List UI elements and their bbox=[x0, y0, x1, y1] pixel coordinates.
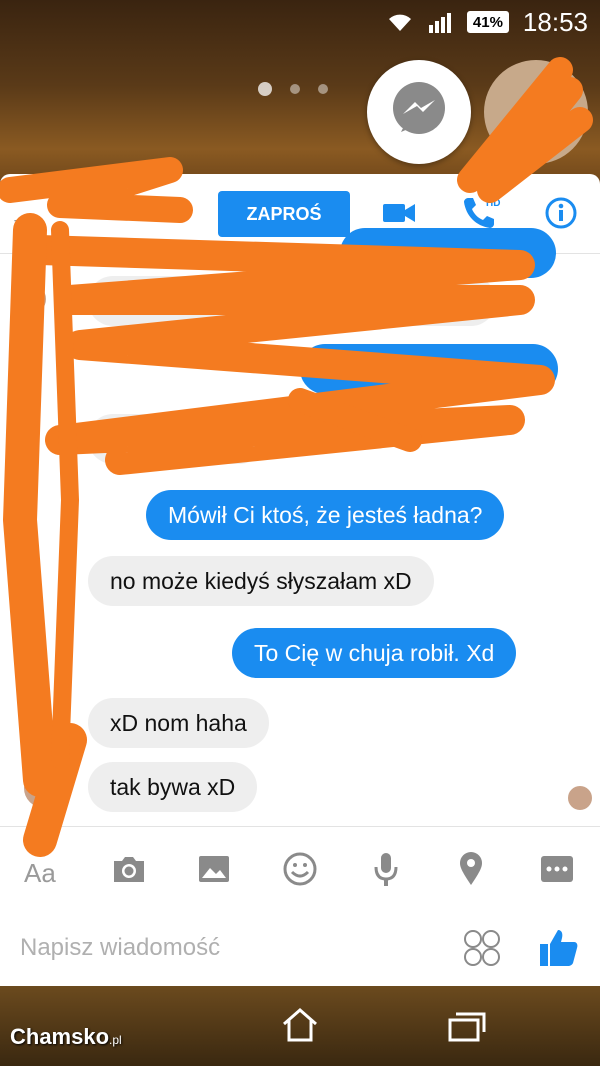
status-bar: 41% 18:53 bbox=[0, 0, 600, 44]
like-icon[interactable] bbox=[538, 926, 580, 973]
home-icon[interactable] bbox=[280, 1006, 320, 1047]
message-list: br Mówił Ci ktoś, że jesteś ładna? no mo… bbox=[0, 228, 600, 826]
message-bubble-incoming[interactable]: xD nom haha bbox=[88, 698, 269, 748]
contact-avatar bbox=[22, 766, 66, 810]
clock: 18:53 bbox=[522, 6, 588, 37]
messenger-icon bbox=[389, 80, 449, 145]
page-dot bbox=[290, 84, 300, 94]
microphone-icon[interactable] bbox=[368, 851, 404, 887]
message-bubble-incoming[interactable]: br bbox=[88, 276, 496, 326]
composer bbox=[0, 910, 600, 986]
messenger-chat-head[interactable] bbox=[367, 60, 471, 164]
message-bubble-outgoing[interactable]: Mówił Ci ktoś, że jesteś ładna? bbox=[146, 490, 505, 540]
watermark-brand: Chamsko bbox=[10, 1024, 110, 1049]
gallery-icon[interactable] bbox=[196, 851, 232, 887]
message-input[interactable] bbox=[20, 930, 440, 966]
watermark: Chamsko.pl bbox=[10, 1024, 122, 1050]
text-size-button[interactable]: Aa bbox=[24, 855, 56, 891]
more-icon[interactable] bbox=[539, 851, 575, 887]
message-bubble-outgoing[interactable] bbox=[340, 228, 556, 278]
composer-toolbar: Aa bbox=[0, 826, 600, 910]
contact-chat-head[interactable] bbox=[484, 60, 588, 164]
page-dot bbox=[258, 82, 272, 96]
message-bubble-incoming[interactable] bbox=[88, 414, 264, 464]
stickers-icon[interactable] bbox=[462, 928, 502, 973]
page-dot bbox=[318, 84, 328, 94]
camera-icon[interactable] bbox=[111, 851, 147, 887]
message-bubble-outgoing[interactable]: To Cię w chuja robił. Xd bbox=[232, 628, 517, 678]
recent-apps-icon[interactable] bbox=[446, 1010, 488, 1047]
signal-icon bbox=[427, 11, 453, 33]
battery-icon: 41% bbox=[466, 11, 509, 33]
wifi-icon bbox=[387, 11, 413, 33]
seen-avatar bbox=[566, 784, 594, 812]
conversation-name[interactable]: TE bbox=[14, 218, 34, 236]
location-icon[interactable] bbox=[453, 851, 489, 887]
voice-call-hd-icon[interactable]: HD bbox=[462, 194, 502, 232]
watermark-suffix: .pl bbox=[109, 1033, 122, 1047]
hd-label: HD bbox=[486, 198, 500, 209]
video-call-icon[interactable] bbox=[382, 198, 416, 228]
emoji-icon[interactable] bbox=[282, 851, 318, 887]
message-bubble-incoming[interactable]: no może kiedyś słyszałam xD bbox=[88, 556, 434, 606]
page-indicator bbox=[258, 82, 328, 96]
contact-avatar bbox=[14, 282, 48, 316]
message-bubble-incoming[interactable]: tak bywa xD bbox=[88, 762, 258, 812]
messenger-panel: TE ZAPROŚ HD br Mówił Ci ktoś, że jesteś… bbox=[0, 174, 600, 986]
invite-button[interactable]: ZAPROŚ bbox=[218, 191, 350, 237]
info-icon[interactable] bbox=[544, 196, 578, 230]
message-bubble-outgoing[interactable] bbox=[300, 344, 558, 394]
